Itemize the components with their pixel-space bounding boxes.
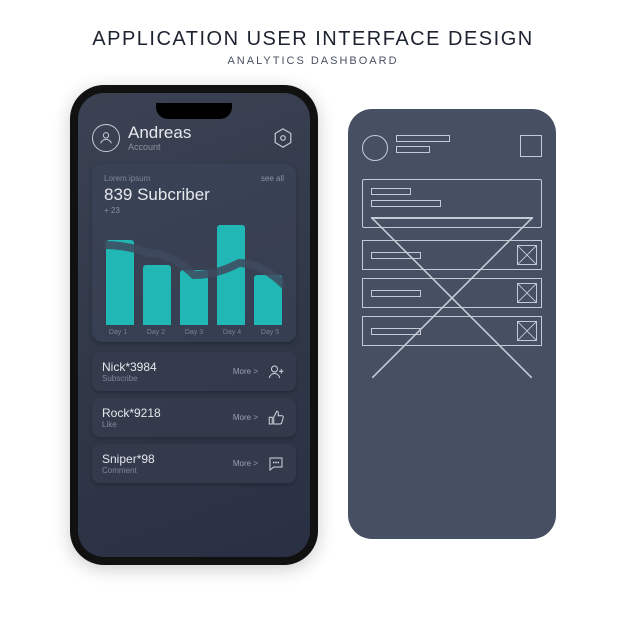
- wf-icon-placeholder: [517, 321, 537, 341]
- wf-text-placeholder: [396, 146, 430, 153]
- chart-bar: [143, 265, 171, 325]
- user-label: Account: [128, 142, 191, 152]
- wf-icon-placeholder: [520, 135, 542, 157]
- app-header: Andreas Account: [92, 123, 296, 152]
- settings-button[interactable]: [270, 125, 296, 151]
- wf-text-placeholder: [396, 135, 450, 142]
- activity-list: Nick*3984 Subscribe More > Rock*9218 Lik…: [92, 352, 296, 547]
- phone-frame: Andreas Account Lorem ipsum 839 Subcribe…: [70, 85, 318, 565]
- activity-info: Sniper*98 Comment: [102, 452, 155, 475]
- activity-user: Nick*3984: [102, 360, 157, 374]
- wf-card: [362, 179, 542, 228]
- user-name: Andreas: [128, 123, 191, 143]
- more-link[interactable]: More >: [233, 367, 258, 376]
- wf-icon-placeholder: [517, 283, 537, 303]
- activity-user: Rock*9218: [102, 406, 161, 420]
- chart-bar: [106, 240, 134, 325]
- see-all-link[interactable]: see all: [261, 174, 284, 183]
- activity-action: Like: [102, 420, 161, 429]
- wireframe-panel: [348, 109, 556, 539]
- page-title-block: APPLICATION USER INTERFACE DESIGN ANALYT…: [92, 0, 533, 67]
- chart-day-label: Day 5: [256, 329, 284, 336]
- chart-bar: [254, 275, 282, 325]
- activity-action: Comment: [102, 466, 155, 475]
- wf-header: [362, 135, 542, 161]
- activity-info: Nick*3984 Subscribe: [102, 360, 157, 383]
- more-link[interactable]: More >: [233, 459, 258, 468]
- user-text: Andreas Account: [128, 123, 191, 152]
- wf-avatar-placeholder: [362, 135, 388, 161]
- chart-day-label: Day 3: [180, 329, 208, 336]
- app-screen: Andreas Account Lorem ipsum 839 Subcribe…: [78, 93, 310, 557]
- activity-action: Subscribe: [102, 374, 157, 383]
- subscriber-count: 839 Subcriber: [104, 185, 210, 205]
- thumbs-up-icon: [266, 408, 286, 428]
- user-icon: [98, 130, 114, 146]
- activity-row[interactable]: Rock*9218 Like More >: [92, 398, 296, 437]
- activity-row[interactable]: Sniper*98 Comment More >: [92, 444, 296, 483]
- stats-card: Lorem ipsum 839 Subcriber + 23 see all D…: [92, 164, 296, 342]
- more-link[interactable]: More >: [233, 413, 258, 422]
- activity-row[interactable]: Nick*3984 Subscribe More >: [92, 352, 296, 391]
- activity-user: Sniper*98: [102, 452, 155, 466]
- chart-day-label: Day 4: [218, 329, 246, 336]
- wf-text-placeholder: [371, 200, 441, 207]
- card-smalltext: Lorem ipsum: [104, 174, 210, 183]
- chart-bar: [217, 225, 245, 325]
- wf-text-placeholder: [371, 188, 411, 195]
- add-user-icon: [266, 362, 286, 382]
- gear-icon: [272, 127, 294, 149]
- wf-chart-placeholder: [371, 217, 533, 219]
- subscriber-delta: + 23: [104, 206, 210, 215]
- page-subtitle: ANALYTICS DASHBOARD: [92, 55, 533, 67]
- subscriber-chart: Day 1 Day 2 Day 3 Day 4 Day 5: [104, 225, 284, 336]
- chart-day-label: Day 1: [104, 329, 132, 336]
- chart-day-label: Day 2: [142, 329, 170, 336]
- wf-icon-placeholder: [517, 245, 537, 265]
- chart-bar: [180, 270, 208, 325]
- comment-icon: [266, 454, 286, 474]
- activity-info: Rock*9218 Like: [102, 406, 161, 429]
- page-title: APPLICATION USER INTERFACE DESIGN: [92, 28, 533, 51]
- avatar[interactable]: [92, 124, 120, 152]
- mockups-row: Andreas Account Lorem ipsum 839 Subcribe…: [70, 85, 556, 565]
